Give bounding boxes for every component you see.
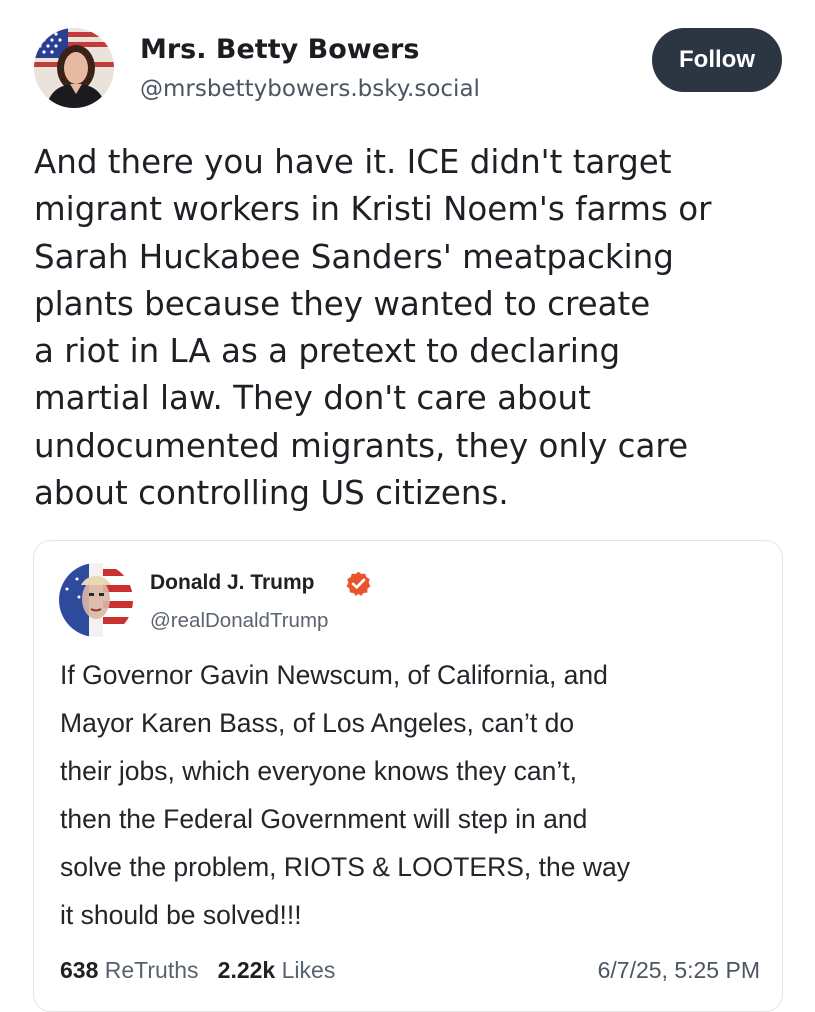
post-text-line: Sarah Huckabee Sanders' meatpacking: [34, 237, 674, 276]
retruths-count[interactable]: 638: [60, 957, 98, 983]
post-text-line: migrant workers in Kristi Noem's farms o…: [34, 190, 712, 229]
verified-badge-icon: [346, 571, 371, 596]
quoted-post-card[interactable]: Donald J. Trump @realDonaldTrump If Gove…: [33, 540, 783, 1012]
follow-button[interactable]: Follow: [652, 28, 782, 92]
quoted-author-name[interactable]: Donald J. Trump: [150, 571, 315, 595]
quoted-text-line: then the Federal Government will step in…: [60, 804, 588, 834]
post-text-line: plants because they wanted to create: [34, 284, 651, 323]
post-text-line: a riot in LA as a pretext to declaring: [34, 332, 621, 371]
quoted-post-text: If Governor Gavin Newscum, of California…: [60, 651, 770, 939]
post-text-line: martial law. They don't care about: [34, 379, 591, 418]
post-text-line: about controlling US citizens.: [34, 474, 509, 513]
engagement-stats: 638 ReTruths 2.22k Likes: [60, 957, 335, 984]
post-text-line: undocumented migrants, they only care: [34, 426, 689, 465]
likes-label[interactable]: Likes: [282, 957, 336, 983]
likes-count[interactable]: 2.22k: [218, 957, 276, 983]
author-avatar[interactable]: [34, 28, 114, 108]
quoted-author-avatar[interactable]: [59, 563, 133, 637]
quoted-text-line: If Governor Gavin Newscum, of California…: [60, 660, 608, 690]
quoted-author-handle[interactable]: @realDonaldTrump: [150, 609, 328, 633]
author-name[interactable]: Mrs. Betty Bowers: [140, 34, 419, 65]
post-header: Mrs. Betty Bowers @mrsbettybowers.bsky.s…: [34, 28, 784, 114]
retruths-label[interactable]: ReTruths: [105, 957, 199, 983]
author-handle[interactable]: @mrsbettybowers.bsky.social: [140, 76, 480, 102]
quoted-text-line: Mayor Karen Bass, of Los Angeles, can’t …: [60, 708, 575, 738]
post-text-line: And there you have it. ICE didn't target: [34, 143, 672, 181]
quoted-text-line: solve the problem, RIOTS & LOOTERS, the …: [60, 852, 630, 882]
post-timestamp: 6/7/25, 5:25 PM: [597, 957, 760, 983]
quoted-text-line: it should be solved!!!: [60, 900, 302, 930]
post-text: And there you have it. ICE didn't target…: [34, 139, 794, 517]
quoted-text-line: their jobs, which everyone knows they ca…: [60, 756, 578, 786]
quoted-post-footer: 638 ReTruths 2.22k Likes 6/7/25, 5:25 PM: [60, 951, 760, 995]
